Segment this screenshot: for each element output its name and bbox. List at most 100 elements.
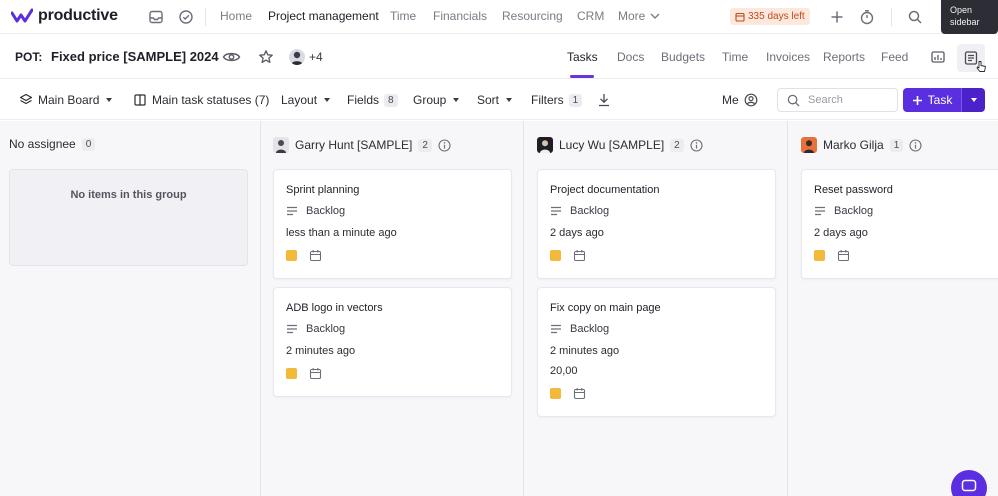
column-divider xyxy=(523,121,524,496)
chart-report-icon[interactable] xyxy=(930,49,946,65)
search-placeholder: Search xyxy=(808,94,843,106)
column-title: Lucy Wu [SAMPLE] xyxy=(559,138,665,152)
priority-flag-icon[interactable] xyxy=(286,368,297,379)
open-sidebar-button[interactable] xyxy=(957,44,986,72)
me-filter-toggle[interactable]: Me xyxy=(722,93,758,107)
tab-invoices[interactable]: Invoices xyxy=(766,50,810,64)
task-statuses-selector[interactable]: Main task statuses (7) xyxy=(133,93,269,107)
plus-icon xyxy=(912,95,922,105)
task-title[interactable]: Reset password xyxy=(814,183,986,197)
active-tab-indicator xyxy=(570,75,594,78)
task-card[interactable]: Project documentation Backlog 2 days ago xyxy=(537,169,776,279)
trial-days-badge[interactable]: 335 days left xyxy=(730,8,810,25)
assignee-avatar[interactable] xyxy=(273,137,289,153)
info-icon[interactable] xyxy=(438,138,451,152)
watch-eye-icon[interactable] xyxy=(222,49,241,65)
add-task-options-button[interactable] xyxy=(961,88,985,112)
info-icon[interactable] xyxy=(909,138,922,152)
member-avatar[interactable] xyxy=(289,49,305,65)
assignee-avatar[interactable] xyxy=(537,137,553,153)
add-task-button[interactable]: Task xyxy=(903,88,961,112)
task-status[interactable]: Backlog xyxy=(550,205,763,217)
filters-button[interactable]: Filters 1 xyxy=(531,93,583,107)
assignee-avatar[interactable] xyxy=(801,137,817,153)
task-title[interactable]: ADB logo in vectors xyxy=(286,301,499,315)
tab-docs[interactable]: Docs xyxy=(617,50,644,64)
user-circle-icon xyxy=(744,93,758,107)
tab-tasks[interactable]: Tasks xyxy=(567,50,598,64)
priority-flag-icon[interactable] xyxy=(814,250,825,261)
filters-label: Filters xyxy=(531,93,564,107)
column-header-lucy-wu: Lucy Wu [SAMPLE] 2 xyxy=(537,137,703,153)
due-date-calendar-icon[interactable] xyxy=(837,249,850,262)
due-date-calendar-icon[interactable] xyxy=(309,249,322,262)
me-label: Me xyxy=(722,93,739,107)
inbox-icon[interactable] xyxy=(148,9,164,25)
task-updated-time: 2 days ago xyxy=(814,227,868,239)
task-status[interactable]: Backlog xyxy=(814,205,986,217)
info-icon[interactable] xyxy=(690,138,703,152)
filters-count: 1 xyxy=(568,93,583,107)
status-lines-icon xyxy=(287,206,297,216)
productive-logo[interactable]: productive xyxy=(11,7,118,25)
search-input[interactable]: Search xyxy=(777,88,898,112)
search-icon[interactable] xyxy=(907,9,923,25)
task-title[interactable]: Sprint planning xyxy=(286,183,499,197)
task-updated-time: 2 minutes ago xyxy=(550,345,620,357)
task-card[interactable]: Reset password Backlog 2 days ago xyxy=(801,169,998,279)
nav-item-more[interactable]: More xyxy=(618,9,661,23)
top-navigation: productive Home Project management Time … xyxy=(0,0,998,34)
caret-down-icon xyxy=(324,98,331,102)
priority-flag-icon[interactable] xyxy=(286,250,297,261)
nav-item-time[interactable]: Time xyxy=(390,9,416,23)
plus-icon[interactable] xyxy=(829,9,845,25)
extra-members-count[interactable]: +4 xyxy=(309,50,323,64)
tab-budgets[interactable]: Budgets xyxy=(661,50,705,64)
task-status-label: Backlog xyxy=(570,323,610,335)
column-header-marko-gilja: Marko Gilja 1 xyxy=(801,137,922,153)
nav-item-project-management[interactable]: Project management xyxy=(268,9,379,23)
project-code: POT: xyxy=(15,50,43,64)
stopwatch-icon[interactable] xyxy=(859,9,875,25)
my-tasks-check-icon[interactable] xyxy=(178,9,194,25)
search-icon xyxy=(787,94,800,106)
tab-reports[interactable]: Reports xyxy=(823,50,865,64)
priority-flag-icon[interactable] xyxy=(550,250,561,261)
group-dropdown[interactable]: Group xyxy=(413,93,460,107)
logo-text: productive xyxy=(38,7,118,24)
tab-time[interactable]: Time xyxy=(722,50,748,64)
productive-logo-icon xyxy=(11,8,33,23)
column-count: 0 xyxy=(81,137,96,151)
nav-item-crm[interactable]: CRM xyxy=(577,9,604,23)
task-card[interactable]: Sprint planning Backlog less than a minu… xyxy=(273,169,512,279)
fields-button[interactable]: Fields 8 xyxy=(347,93,398,107)
sort-dropdown[interactable]: Sort xyxy=(477,93,513,107)
nav-item-home[interactable]: Home xyxy=(220,9,252,23)
priority-flag-icon[interactable] xyxy=(550,388,561,399)
task-status[interactable]: Backlog xyxy=(286,205,499,217)
due-date-calendar-icon[interactable] xyxy=(573,387,586,400)
task-status-label: Backlog xyxy=(306,323,346,335)
board-selector[interactable]: Main Board xyxy=(19,93,113,107)
layers-icon xyxy=(19,93,33,105)
task-status[interactable]: Backlog xyxy=(286,323,499,335)
task-title[interactable]: Fix copy on main page xyxy=(550,301,763,315)
task-status[interactable]: Backlog xyxy=(550,323,763,335)
tab-feed[interactable]: Feed xyxy=(881,50,908,64)
task-card[interactable]: Fix copy on main page Backlog 2 minutes … xyxy=(537,287,776,417)
task-card[interactable]: ADB logo in vectors Backlog 2 minutes ag… xyxy=(273,287,512,397)
layout-dropdown[interactable]: Layout xyxy=(281,93,331,107)
calendar-icon xyxy=(735,12,745,22)
project-title[interactable]: Fixed price [SAMPLE] 2024 xyxy=(51,49,219,64)
column-divider xyxy=(787,121,788,496)
due-date-calendar-icon[interactable] xyxy=(573,249,586,262)
nav-item-resourcing[interactable]: Resourcing xyxy=(502,9,563,23)
nav-item-financials[interactable]: Financials xyxy=(433,9,487,23)
column-count: 2 xyxy=(670,138,684,152)
favorite-star-icon[interactable] xyxy=(258,49,274,65)
task-title[interactable]: Project documentation xyxy=(550,183,763,197)
due-date-calendar-icon[interactable] xyxy=(309,367,322,380)
task-status-label: Backlog xyxy=(306,205,346,217)
download-icon[interactable] xyxy=(597,92,611,108)
tooltip-line-2: sidebar xyxy=(950,17,980,27)
